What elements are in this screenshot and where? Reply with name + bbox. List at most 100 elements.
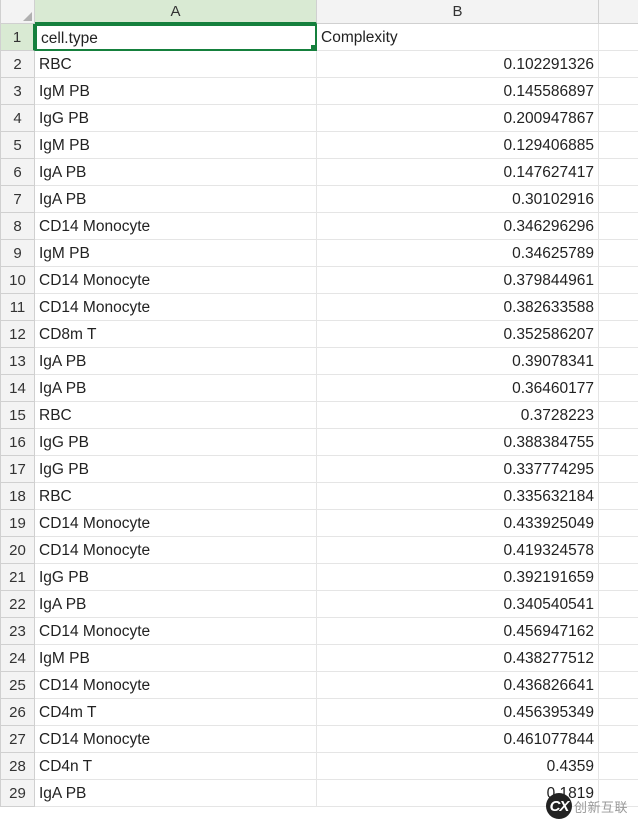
spreadsheet-grid[interactable]: AB1cell.typeComplexity2RBC0.1022913263Ig… (0, 0, 638, 807)
cell[interactable]: IgM PB (35, 645, 317, 672)
cell[interactable]: IgA PB (35, 780, 317, 807)
row-header[interactable]: 2 (1, 51, 35, 78)
column-header-extra[interactable] (599, 0, 638, 24)
row-header[interactable]: 9 (1, 240, 35, 267)
cell[interactable]: CD14 Monocyte (35, 672, 317, 699)
row-header[interactable]: 23 (1, 618, 35, 645)
cell[interactable] (599, 24, 638, 51)
cell[interactable]: IgM PB (35, 132, 317, 159)
row-header[interactable]: 21 (1, 564, 35, 591)
cell[interactable]: RBC (35, 51, 317, 78)
cell[interactable]: 0.340540541 (317, 591, 599, 618)
cell[interactable] (599, 564, 638, 591)
cell[interactable]: 0.392191659 (317, 564, 599, 591)
row-header[interactable]: 20 (1, 537, 35, 564)
cell[interactable] (599, 429, 638, 456)
cell[interactable] (599, 348, 638, 375)
row-header[interactable]: 24 (1, 645, 35, 672)
cell[interactable] (599, 240, 638, 267)
cell[interactable]: 0.147627417 (317, 159, 599, 186)
cell[interactable]: CD14 Monocyte (35, 213, 317, 240)
select-all-corner[interactable] (1, 0, 35, 24)
cell[interactable] (599, 267, 638, 294)
cell[interactable] (599, 186, 638, 213)
cell[interactable]: IgA PB (35, 159, 317, 186)
cell[interactable]: 0.352586207 (317, 321, 599, 348)
cell[interactable]: CD14 Monocyte (35, 294, 317, 321)
cell[interactable] (599, 510, 638, 537)
cell[interactable]: 0.39078341 (317, 348, 599, 375)
row-header[interactable]: 26 (1, 699, 35, 726)
column-header-b[interactable]: B (317, 0, 599, 24)
cell[interactable]: 0.200947867 (317, 105, 599, 132)
cell[interactable] (599, 105, 638, 132)
cell[interactable]: IgA PB (35, 186, 317, 213)
cell[interactable] (599, 726, 638, 753)
cell[interactable]: IgM PB (35, 78, 317, 105)
row-header[interactable]: 13 (1, 348, 35, 375)
cell[interactable]: 0.436826641 (317, 672, 599, 699)
cell[interactable] (599, 753, 638, 780)
cell[interactable]: IgG PB (35, 105, 317, 132)
cell[interactable] (599, 321, 638, 348)
cell[interactable] (599, 537, 638, 564)
cell[interactable]: RBC (35, 483, 317, 510)
row-header[interactable]: 16 (1, 429, 35, 456)
cell[interactable] (599, 213, 638, 240)
row-header[interactable]: 1 (1, 24, 35, 51)
cell[interactable]: IgA PB (35, 591, 317, 618)
cell[interactable]: 0.335632184 (317, 483, 599, 510)
cell[interactable]: cell.type (35, 24, 317, 51)
cell[interactable]: CD8m T (35, 321, 317, 348)
cell[interactable]: CD14 Monocyte (35, 726, 317, 753)
cell[interactable]: CD4n T (35, 753, 317, 780)
cell[interactable]: Complexity (317, 24, 599, 51)
row-header[interactable]: 8 (1, 213, 35, 240)
row-header[interactable]: 5 (1, 132, 35, 159)
cell[interactable] (599, 132, 638, 159)
cell[interactable] (599, 402, 638, 429)
row-header[interactable]: 7 (1, 186, 35, 213)
cell[interactable]: 0.388384755 (317, 429, 599, 456)
cell[interactable]: CD14 Monocyte (35, 267, 317, 294)
cell[interactable] (599, 294, 638, 321)
cell[interactable]: IgG PB (35, 564, 317, 591)
cell[interactable]: RBC (35, 402, 317, 429)
cell[interactable] (599, 591, 638, 618)
cell[interactable] (599, 456, 638, 483)
cell[interactable]: 0.438277512 (317, 645, 599, 672)
cell[interactable]: 0.102291326 (317, 51, 599, 78)
cell[interactable]: IgM PB (35, 240, 317, 267)
row-header[interactable]: 14 (1, 375, 35, 402)
cell[interactable]: IgA PB (35, 375, 317, 402)
cell[interactable]: 0.30102916 (317, 186, 599, 213)
cell[interactable]: 0.382633588 (317, 294, 599, 321)
cell[interactable]: CD4m T (35, 699, 317, 726)
row-header[interactable]: 19 (1, 510, 35, 537)
cell[interactable] (599, 645, 638, 672)
cell[interactable]: IgG PB (35, 429, 317, 456)
row-header[interactable]: 10 (1, 267, 35, 294)
cell[interactable]: 0.3728223 (317, 402, 599, 429)
cell[interactable] (599, 483, 638, 510)
row-header[interactable]: 29 (1, 780, 35, 807)
cell[interactable]: 0.456947162 (317, 618, 599, 645)
row-header[interactable]: 11 (1, 294, 35, 321)
cell[interactable] (599, 618, 638, 645)
cell[interactable] (599, 699, 638, 726)
row-header[interactable]: 25 (1, 672, 35, 699)
cell[interactable]: 0.129406885 (317, 132, 599, 159)
cell[interactable]: 0.346296296 (317, 213, 599, 240)
cell[interactable]: 0.379844961 (317, 267, 599, 294)
row-header[interactable]: 22 (1, 591, 35, 618)
column-header-a[interactable]: A (35, 0, 317, 24)
cell[interactable]: 0.419324578 (317, 537, 599, 564)
cell[interactable]: IgG PB (35, 456, 317, 483)
row-header[interactable]: 12 (1, 321, 35, 348)
cell[interactable]: CD14 Monocyte (35, 618, 317, 645)
cell[interactable]: CD14 Monocyte (35, 537, 317, 564)
cell[interactable] (599, 375, 638, 402)
cell[interactable] (599, 672, 638, 699)
row-header[interactable]: 28 (1, 753, 35, 780)
cell[interactable] (599, 51, 638, 78)
